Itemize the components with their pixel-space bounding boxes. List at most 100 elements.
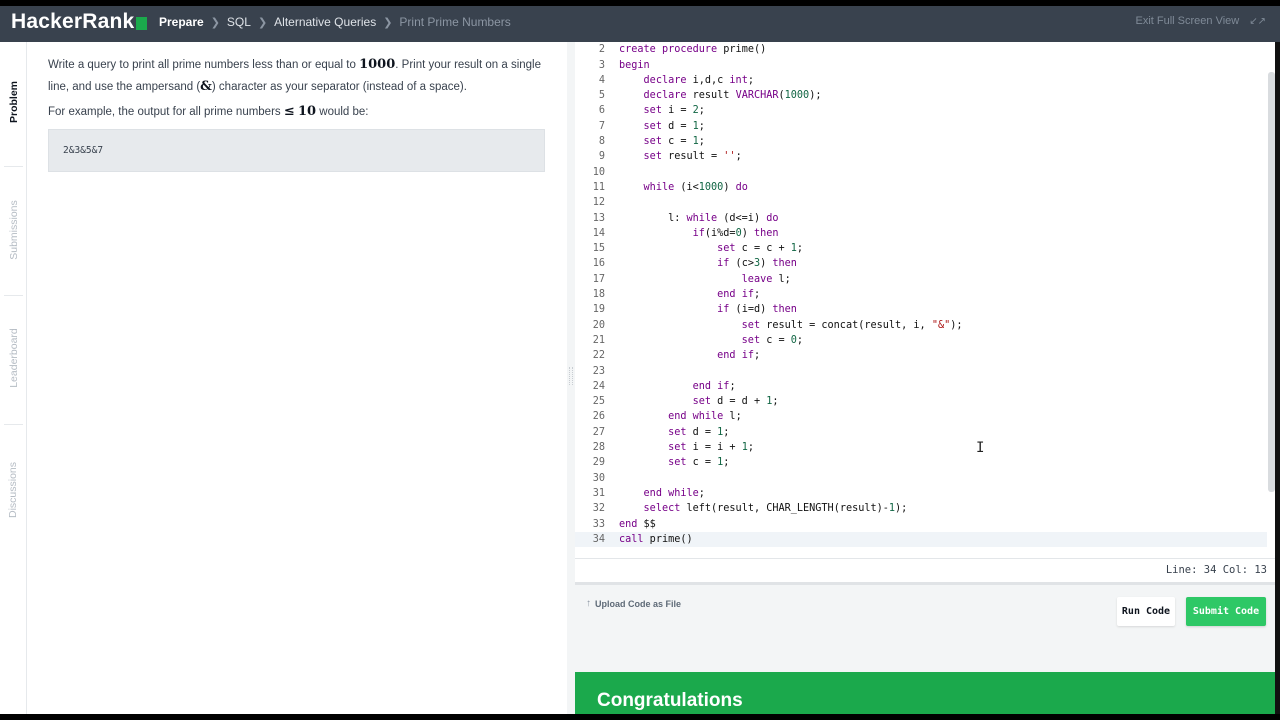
- submit-code-button[interactable]: Submit Code: [1186, 597, 1266, 626]
- tab-problem[interactable]: Problem: [0, 62, 27, 142]
- line-code: set d = d + 1;: [692, 396, 779, 408]
- code-line[interactable]: 18 end if;: [575, 287, 1267, 302]
- line-number: 32: [592, 503, 605, 515]
- code-line[interactable]: 4 declare i,d,c int;: [575, 73, 1267, 88]
- code-line[interactable]: 24 end if;: [575, 379, 1267, 394]
- line-code: set c = c + 1;: [717, 243, 804, 255]
- code-line[interactable]: 7 set d = 1;: [575, 119, 1267, 134]
- drag-handle-icon[interactable]: [569, 367, 573, 385]
- tab-divider: [4, 166, 23, 167]
- math-number: 10: [297, 104, 317, 119]
- line-code: begin: [619, 59, 650, 71]
- line-number: 2: [598, 44, 605, 56]
- code-line[interactable]: 21 set c = 0;: [575, 333, 1267, 348]
- code-line[interactable]: 13 l: while (d<=i) do: [575, 211, 1267, 226]
- code-line[interactable]: 32 select left(result, CHAR_LENGTH(resul…: [575, 501, 1267, 516]
- code-line[interactable]: 22 end if;: [575, 348, 1267, 363]
- line-number: 27: [592, 426, 605, 438]
- hackerrank-logo[interactable]: HackerRank: [11, 10, 148, 34]
- line-code: if(i%d=0) then: [692, 227, 779, 239]
- screen-edge: [0, 0, 1280, 6]
- line-number: 28: [592, 442, 605, 454]
- line-number: 17: [592, 273, 605, 285]
- breadcrumb-prepare[interactable]: Prepare: [159, 15, 204, 29]
- run-code-button[interactable]: Run Code: [1117, 597, 1175, 626]
- code-line[interactable]: 26 end while l;: [575, 409, 1267, 424]
- tab-leaderboard[interactable]: Leaderboard: [0, 310, 27, 406]
- code-line[interactable]: 8 set c = 1;: [575, 134, 1267, 149]
- line-number: 29: [592, 457, 605, 469]
- code-line[interactable]: 28 set i = i + 1;: [575, 440, 1267, 455]
- code-line[interactable]: 29 set c = 1;: [575, 455, 1267, 470]
- code-line[interactable]: 10: [575, 165, 1267, 180]
- line-code: if (i=d) then: [717, 304, 797, 316]
- line-number: 3: [598, 59, 605, 71]
- code-line[interactable]: 30: [575, 471, 1267, 486]
- editor-scrollbar[interactable]: [1268, 72, 1275, 492]
- upload-code-link[interactable]: ↑ Upload Code as File: [586, 598, 681, 609]
- breadcrumb-sql[interactable]: SQL: [227, 15, 251, 29]
- screen-edge: [0, 714, 1280, 720]
- code-line[interactable]: 19 if (i=d) then: [575, 302, 1267, 317]
- line-code: set d = 1;: [643, 120, 705, 132]
- exit-fullscreen-label: Exit Full Screen View: [1135, 15, 1240, 27]
- line-number: 14: [592, 227, 605, 239]
- code-line[interactable]: 16 if (c>3) then: [575, 256, 1267, 271]
- exit-fullscreen-button[interactable]: Exit Full Screen View ↙↗: [1136, 15, 1267, 27]
- line-number: 5: [598, 90, 605, 102]
- problem-paragraph-2: For example, the output for all prime nu…: [48, 101, 548, 123]
- tab-submissions[interactable]: Submissions: [0, 182, 27, 278]
- tab-leaderboard-label: Leaderboard: [7, 328, 20, 388]
- code-line[interactable]: 27 set d = 1;: [575, 425, 1267, 440]
- code-line[interactable]: 6 set i = 2;: [575, 103, 1267, 118]
- code-line[interactable]: 17 leave l;: [575, 272, 1267, 287]
- code-editor[interactable]: 1delimiter $$2create procedure prime()3b…: [575, 42, 1275, 582]
- collapse-icon: ↙↗: [1249, 15, 1266, 27]
- code-line[interactable]: 2 create procedure prime(): [575, 42, 1267, 57]
- logo-square-icon: [136, 16, 148, 30]
- line-number: 8: [598, 136, 605, 148]
- line-code: select left(result, CHAR_LENGTH(result)-…: [643, 503, 908, 515]
- line-number: 11: [592, 181, 605, 193]
- line-code: set i = 2;: [643, 105, 705, 117]
- line-code: set result = '';: [643, 151, 742, 163]
- line-number: 10: [592, 166, 605, 178]
- code-line[interactable]: 12: [575, 195, 1267, 210]
- tab-discussions[interactable]: Discussions: [0, 442, 27, 538]
- code-line[interactable]: 25 set d = d + 1;: [575, 394, 1267, 409]
- vertical-tab-bar: Problem Submissions Leaderboard Discussi…: [0, 42, 27, 714]
- line-code: while (i<1000) do: [643, 181, 748, 193]
- line-number: 18: [592, 289, 605, 301]
- text-cursor-icon: I: [976, 440, 985, 456]
- line-number: 25: [592, 396, 605, 408]
- code-line[interactable]: 20 set result = concat(result, i, "&");: [575, 318, 1267, 333]
- line-code: set c = 1;: [668, 457, 730, 469]
- line-code: end while l;: [668, 411, 742, 423]
- problem-pane: Problem Submissions Leaderboard Discussi…: [0, 42, 567, 714]
- line-number: 13: [592, 212, 605, 224]
- code-line[interactable]: 31 end while;: [575, 486, 1267, 501]
- example-output-text: 2&3&5&7: [63, 145, 104, 156]
- line-code: set result = concat(result, i, "&");: [741, 319, 963, 331]
- code-line[interactable]: 33 end $$: [575, 517, 1267, 532]
- code-line[interactable]: 11 while (i<1000) do: [575, 180, 1267, 195]
- line-code: end while;: [643, 487, 705, 499]
- code-line[interactable]: 34 call prime(): [575, 531, 1267, 548]
- breadcrumb-alternative-queries[interactable]: Alternative Queries: [274, 15, 376, 29]
- chevron-right-icon: ❯: [383, 16, 393, 29]
- code-line[interactable]: 23: [575, 364, 1267, 379]
- line-number: 12: [592, 197, 605, 209]
- code-line[interactable]: 14 if(i%d=0) then: [575, 226, 1267, 241]
- pane-splitter[interactable]: [567, 42, 575, 714]
- code-line[interactable]: 3 begin: [575, 58, 1267, 73]
- code-line[interactable]: 5 declare result VARCHAR(1000);: [575, 88, 1267, 103]
- tab-problem-label: Problem: [7, 80, 20, 124]
- tab-divider: [4, 295, 23, 296]
- problem-statement: Write a query to print all prime numbers…: [48, 54, 548, 126]
- math-number: 1000: [359, 57, 396, 72]
- line-number: 30: [592, 472, 605, 484]
- code-line[interactable]: 15 set c = c + 1;: [575, 241, 1267, 256]
- code-line[interactable]: 9 set result = '';: [575, 149, 1267, 164]
- editor-pane: 1delimiter $$2create procedure prime()3b…: [575, 42, 1280, 714]
- line-code: end if;: [717, 289, 761, 301]
